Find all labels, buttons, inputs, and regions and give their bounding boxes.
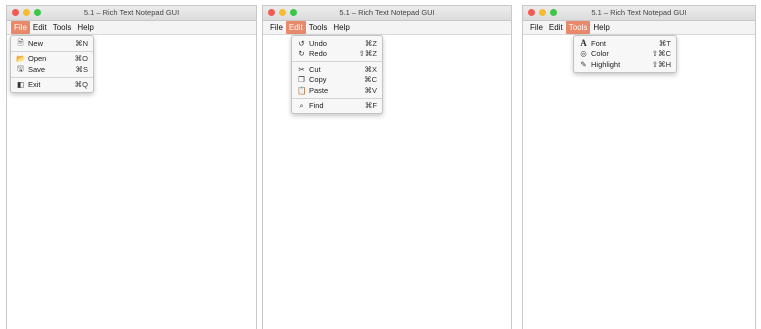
- menu-separator: [292, 61, 382, 62]
- menu-item-shortcut: ⌘V: [364, 85, 377, 95]
- menu-help[interactable]: Help: [590, 21, 612, 34]
- window-controls: [528, 9, 557, 16]
- menu-separator: [11, 50, 93, 52]
- menu-edit[interactable]: Edit: [30, 21, 50, 34]
- paste-icon: 📋: [297, 85, 307, 95]
- menu-item-label: Open: [28, 54, 47, 64]
- menu-item-new[interactable]: 🗎 New ⌘N: [11, 38, 93, 49]
- menu-item-shortcut: ⌘F: [364, 101, 377, 111]
- title-bar: 5.1 – Rich Text Notepad GUI: [7, 6, 256, 21]
- menu-tools[interactable]: Tools: [565, 21, 591, 34]
- close-button[interactable]: [268, 9, 275, 16]
- copy-icon: ❐: [298, 75, 305, 85]
- minimize-button[interactable]: [279, 9, 286, 16]
- close-button[interactable]: [12, 9, 19, 16]
- menu-separator: [11, 76, 93, 78]
- menu-bar: File Edit Tools Help: [523, 21, 755, 35]
- menu-item-label: Font: [591, 38, 607, 48]
- undo-icon: ↺: [298, 38, 305, 48]
- menu-item-font[interactable]: A Font ⌘T: [574, 38, 676, 49]
- notepad-window-edit: 5.1 – Rich Text Notepad GUI File Edit To…: [262, 5, 512, 329]
- menu-bar: File Edit Tools Help: [263, 21, 511, 35]
- close-button[interactable]: [528, 9, 535, 16]
- menu-item-shortcut: ⌘C: [364, 75, 377, 85]
- save-icon: 🖫: [17, 63, 24, 73]
- palette-icon: ◎: [580, 49, 587, 59]
- menu-item-label: Color: [591, 49, 609, 59]
- redo-icon: ↻: [298, 49, 305, 59]
- menu-bar: File Edit Tools Help: [7, 21, 256, 35]
- menu-item-highlight[interactable]: ✎ Highlight ⇧⌘H: [574, 59, 676, 70]
- menu-edit[interactable]: Edit: [546, 21, 566, 34]
- menu-help[interactable]: Help: [74, 21, 96, 34]
- notepad-window-file: 5.1 – Rich Text Notepad GUI File Edit To…: [6, 5, 257, 329]
- menu-item-save[interactable]: 🖫 Save ⌘S: [11, 64, 93, 75]
- menu-item-label: Paste: [309, 85, 329, 95]
- title-bar: 5.1 – Rich Text Notepad GUI: [263, 6, 511, 21]
- window-controls: [268, 9, 297, 16]
- menu-item-shortcut: ⌘O: [74, 54, 88, 64]
- title-bar: 5.1 – Rich Text Notepad GUI: [523, 6, 755, 21]
- window-title: 5.1 – Rich Text Notepad GUI: [591, 8, 687, 17]
- window-title: 5.1 – Rich Text Notepad GUI: [83, 8, 180, 17]
- font-icon: A: [580, 38, 587, 49]
- menu-file[interactable]: File: [11, 21, 30, 34]
- menu-item-shortcut: ⌘T: [658, 38, 671, 48]
- menu-item-copy[interactable]: ❐ Copy ⌘C: [292, 75, 382, 86]
- menu-tools[interactable]: Tools: [306, 21, 331, 34]
- menu-item-label: Cut: [309, 64, 321, 74]
- menu-item-label: Exit: [28, 80, 41, 90]
- menu-item-label: Copy: [309, 75, 327, 85]
- menu-item-label: New: [28, 38, 44, 48]
- menu-item-find[interactable]: ⌕ Find ⌘F: [292, 101, 382, 112]
- menu-item-shortcut: ⇧⌘C: [651, 49, 671, 59]
- menu-edit[interactable]: Edit: [285, 21, 306, 34]
- search-icon: ⌕: [299, 100, 304, 110]
- menu-item-shortcut: ⌘Q: [74, 80, 88, 90]
- menu-item-label: Redo: [309, 49, 327, 59]
- menu-item-label: Highlight: [591, 59, 621, 69]
- menu-item-shortcut: ⇧⌘H: [651, 59, 671, 69]
- menu-item-undo[interactable]: ↺ Undo ⌘Z: [292, 38, 382, 49]
- window-controls: [12, 9, 41, 16]
- scissors-icon: ✂: [298, 64, 305, 74]
- menu-tools[interactable]: Tools: [50, 21, 75, 34]
- menu-item-label: Find: [309, 101, 324, 111]
- zoom-button[interactable]: [34, 9, 41, 16]
- menu-item-shortcut: ⌘X: [364, 64, 377, 74]
- minimize-button[interactable]: [539, 9, 546, 16]
- new-document-icon: 🗎: [17, 37, 24, 47]
- menu-file[interactable]: File: [267, 21, 286, 34]
- menu-item-redo[interactable]: ↻ Redo ⇧⌘Z: [292, 49, 382, 60]
- menu-item-shortcut: ⇧⌘Z: [358, 49, 377, 59]
- menu-item-shortcut: ⌘S: [75, 64, 88, 74]
- menu-item-label: Save: [28, 64, 46, 74]
- zoom-button[interactable]: [550, 9, 557, 16]
- menu-item-exit[interactable]: ◧ Exit ⌘Q: [11, 80, 93, 91]
- minimize-button[interactable]: [23, 9, 30, 16]
- menu-item-shortcut: ⌘Z: [364, 38, 377, 48]
- edit-menu-dropdown: ↺ Undo ⌘Z ↻ Redo ⇧⌘Z ✂ Cut ⌘X ❐ Copy ⌘C …: [291, 35, 383, 114]
- menu-item-color[interactable]: ◎ Color ⇧⌘C: [574, 49, 676, 60]
- menu-file[interactable]: File: [527, 21, 546, 34]
- notepad-window-tools: 5.1 – Rich Text Notepad GUI File Edit To…: [522, 5, 756, 329]
- file-menu-dropdown: 🗎 New ⌘N 📂 Open ⌘O 🖫 Save ⌘S ◧ Exit ⌘Q: [10, 35, 94, 93]
- menu-item-label: Undo: [309, 38, 327, 48]
- menu-separator: [292, 97, 382, 99]
- zoom-button[interactable]: [290, 9, 297, 16]
- tools-menu-dropdown: A Font ⌘T ◎ Color ⇧⌘C ✎ Highlight ⇧⌘H: [573, 35, 677, 73]
- menu-item-paste[interactable]: 📋 Paste ⌘V: [292, 85, 382, 96]
- menu-help[interactable]: Help: [330, 21, 352, 34]
- menu-item-cut[interactable]: ✂ Cut ⌘X: [292, 64, 382, 75]
- exit-icon: ◧: [16, 80, 25, 90]
- highlighter-icon: ✎: [580, 59, 587, 69]
- menu-item-shortcut: ⌘N: [75, 38, 88, 48]
- window-title: 5.1 – Rich Text Notepad GUI: [339, 8, 435, 17]
